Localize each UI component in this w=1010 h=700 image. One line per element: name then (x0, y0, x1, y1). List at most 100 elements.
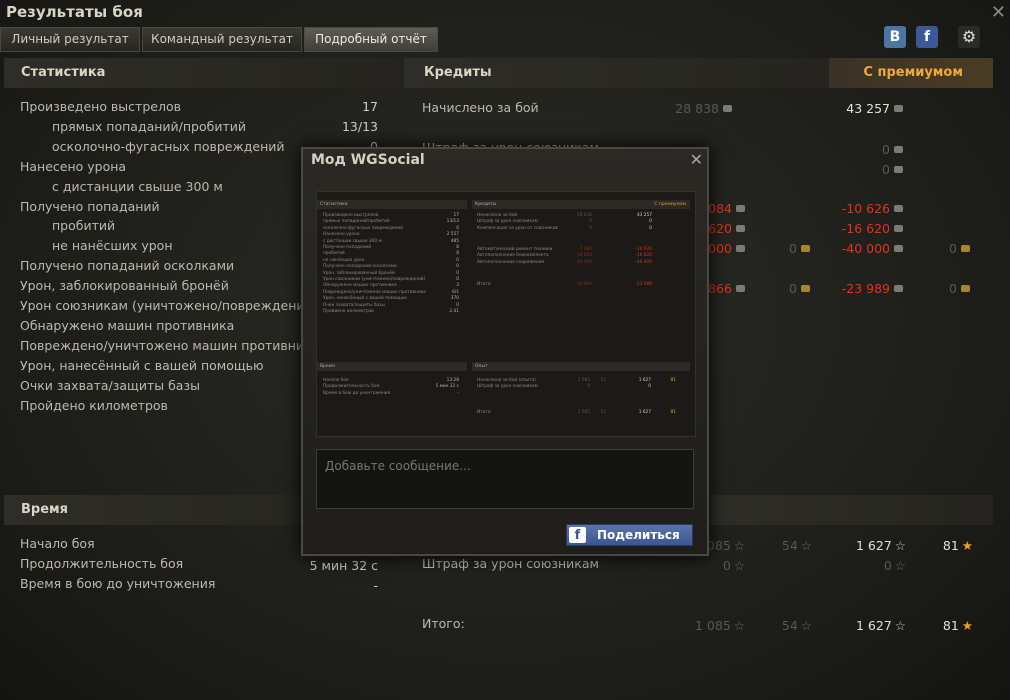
preview-credit-label: Автопополнение снаряжения (477, 259, 545, 265)
credit-coin-icon (894, 225, 903, 232)
preview-xp-prem-free: 81 (670, 378, 676, 383)
preview-xp-header: Опыт (472, 362, 690, 371)
time-label: Время в бою до уничтожения (20, 576, 216, 591)
premium-header: С премиумом (829, 58, 993, 88)
title-bar: Результаты боя ✕ (0, 0, 1010, 26)
facebook-share-button[interactable]: f (916, 26, 938, 48)
credit-coin-icon (894, 205, 903, 212)
xp-fine-label: Штраф за урон союзникам (422, 556, 599, 571)
gold-icon (961, 285, 970, 292)
stats-header: Статистика (4, 58, 400, 88)
close-icon[interactable]: ✕ (690, 150, 703, 169)
stat-value: 17 (362, 99, 378, 114)
credits-earned-base: 28 838 (620, 101, 732, 116)
xp-fine-base-value: 0 (722, 558, 731, 573)
settings-button[interactable]: ⚙ (958, 26, 980, 48)
time-value: 5 мин 32 с (309, 558, 378, 573)
xp-earned-prem: 1 627 ☆ (830, 538, 906, 553)
preview-stat-label: пробитий (323, 251, 345, 257)
time-label: Начало боя (20, 536, 95, 551)
stat-label: Обнаружено машин противника (20, 317, 235, 333)
preview-stat-label: Урон, нанесённый с вашей помощью (323, 296, 407, 302)
equip-gold-base-value: 0 (789, 241, 797, 256)
equip-gold-prem-value: 0 (949, 241, 957, 256)
stat-label: не нанёсших урон (52, 238, 173, 254)
star-icon: ☆ (800, 618, 812, 633)
preview-stat-value: 0 (456, 302, 459, 308)
stat-label: с дистанции свыше 300 м (52, 178, 223, 194)
time-value: - (373, 578, 378, 593)
stat-label: пробитий (52, 218, 116, 234)
stat-label: Получено попаданий осколками (20, 258, 235, 274)
preview-stat-label: с дистанции свыше 300 м (323, 238, 382, 244)
share-button[interactable]: f Поделиться (566, 524, 693, 546)
preview-credit-label: Автопополнение боекомплекта (477, 253, 549, 259)
time-header-label: Время (21, 502, 69, 517)
preview-xp-label: Итого: (477, 410, 492, 415)
vk-share-button[interactable]: B (884, 26, 906, 48)
preview-stat-label: Произведено выстрелов (323, 213, 379, 218)
total-gold-prem: 0 (920, 281, 970, 296)
tab-personal[interactable]: Личный результат (0, 27, 140, 52)
credit-coin-icon (894, 285, 903, 292)
preview-xp-prem-free: 81 (670, 410, 676, 415)
stat-label: Произведено выстрелов (20, 99, 181, 114)
preview-premium-header: С премиумом (622, 200, 690, 209)
gold-icon (801, 245, 810, 252)
total-gold-base: 0 (760, 281, 810, 296)
preview-time-value: 5 мин 32 с (435, 384, 459, 390)
close-icon[interactable]: ✕ (991, 2, 1006, 23)
stat-label: Получено попаданий (20, 198, 160, 214)
xp-header-bar (710, 495, 993, 525)
credit-coin-icon (894, 146, 903, 153)
preview-stat-value: 13/13 (446, 219, 459, 225)
credit-coin-icon (736, 245, 745, 252)
credits-fine-prem: 0 (820, 142, 903, 157)
preview-xp-value: 0 (587, 384, 590, 390)
repair-prem: -10 626 (820, 201, 903, 216)
tab-detailed[interactable]: Подробный отчёт (304, 27, 438, 52)
preview-stats-header: Статистика (317, 200, 467, 209)
tab-team[interactable]: Командный результат (142, 27, 302, 52)
credits-header: Кредиты (404, 58, 829, 88)
time-label: Продолжительность боя (20, 556, 184, 571)
preview-stat-value: 0 (456, 257, 459, 263)
preview-credit-value: 0 (589, 225, 592, 231)
credits-compensation-prem-value: 0 (882, 162, 890, 177)
star-icon: ☆ (733, 538, 745, 553)
gold-icon (961, 245, 970, 252)
xp-total-base-value: 1 085 (694, 618, 731, 633)
preview-stat-value: 0 (456, 277, 459, 282)
preview-credit-prem: 43 257 (636, 213, 652, 218)
stat-label: осколочно-фугасных повреждений (52, 138, 285, 154)
ammo-prem-value: -16 620 (841, 221, 890, 236)
credit-coin-icon (894, 245, 903, 252)
preview-stat-value: 485 (450, 238, 459, 244)
credits-total-prem: -23 989 (820, 281, 903, 296)
tab-label: Подробный отчёт (315, 32, 427, 46)
xp-earned-base-free: 54 ☆ (770, 538, 812, 553)
xp-total-prem-value: 1 627 (855, 618, 892, 633)
preview-time-label: Начало боя (323, 378, 349, 383)
facebook-icon: f (923, 29, 931, 45)
credits-earned-base-value: 28 838 (675, 101, 719, 116)
preview-stat-label: Повреждено/уничтожено машин противника (323, 289, 426, 295)
battle-results-window: Результаты боя ✕ Личный результат Команд… (0, 0, 1010, 700)
preview-stat-value: 0 (456, 270, 459, 276)
preview-stat-value: 3 (456, 283, 459, 289)
preview-stat-label: Получено попаданий (323, 245, 372, 250)
preview-time-value: 13:28 (446, 378, 459, 383)
preview-credit-prem: -40 000 (635, 259, 652, 265)
stat-label: Урон союзникам (уничтожено/повреждений) (20, 298, 318, 313)
total-gold-prem-value: 0 (949, 281, 957, 296)
preview-xp-free: 54 (600, 378, 606, 383)
repair-prem-value: -10 626 (841, 201, 890, 216)
xp-total-prem: 1 627 ☆ (830, 618, 906, 633)
credit-coin-icon (736, 285, 745, 292)
star-icon: ☆ (733, 558, 745, 573)
message-input[interactable] (316, 449, 694, 509)
preview-stat-label: прямых попаданий/пробитий (323, 219, 390, 225)
preview-credit-prem: 0 (649, 225, 652, 231)
preview-stat-value: 17 (453, 213, 459, 218)
star-icon: ☆ (800, 538, 812, 553)
